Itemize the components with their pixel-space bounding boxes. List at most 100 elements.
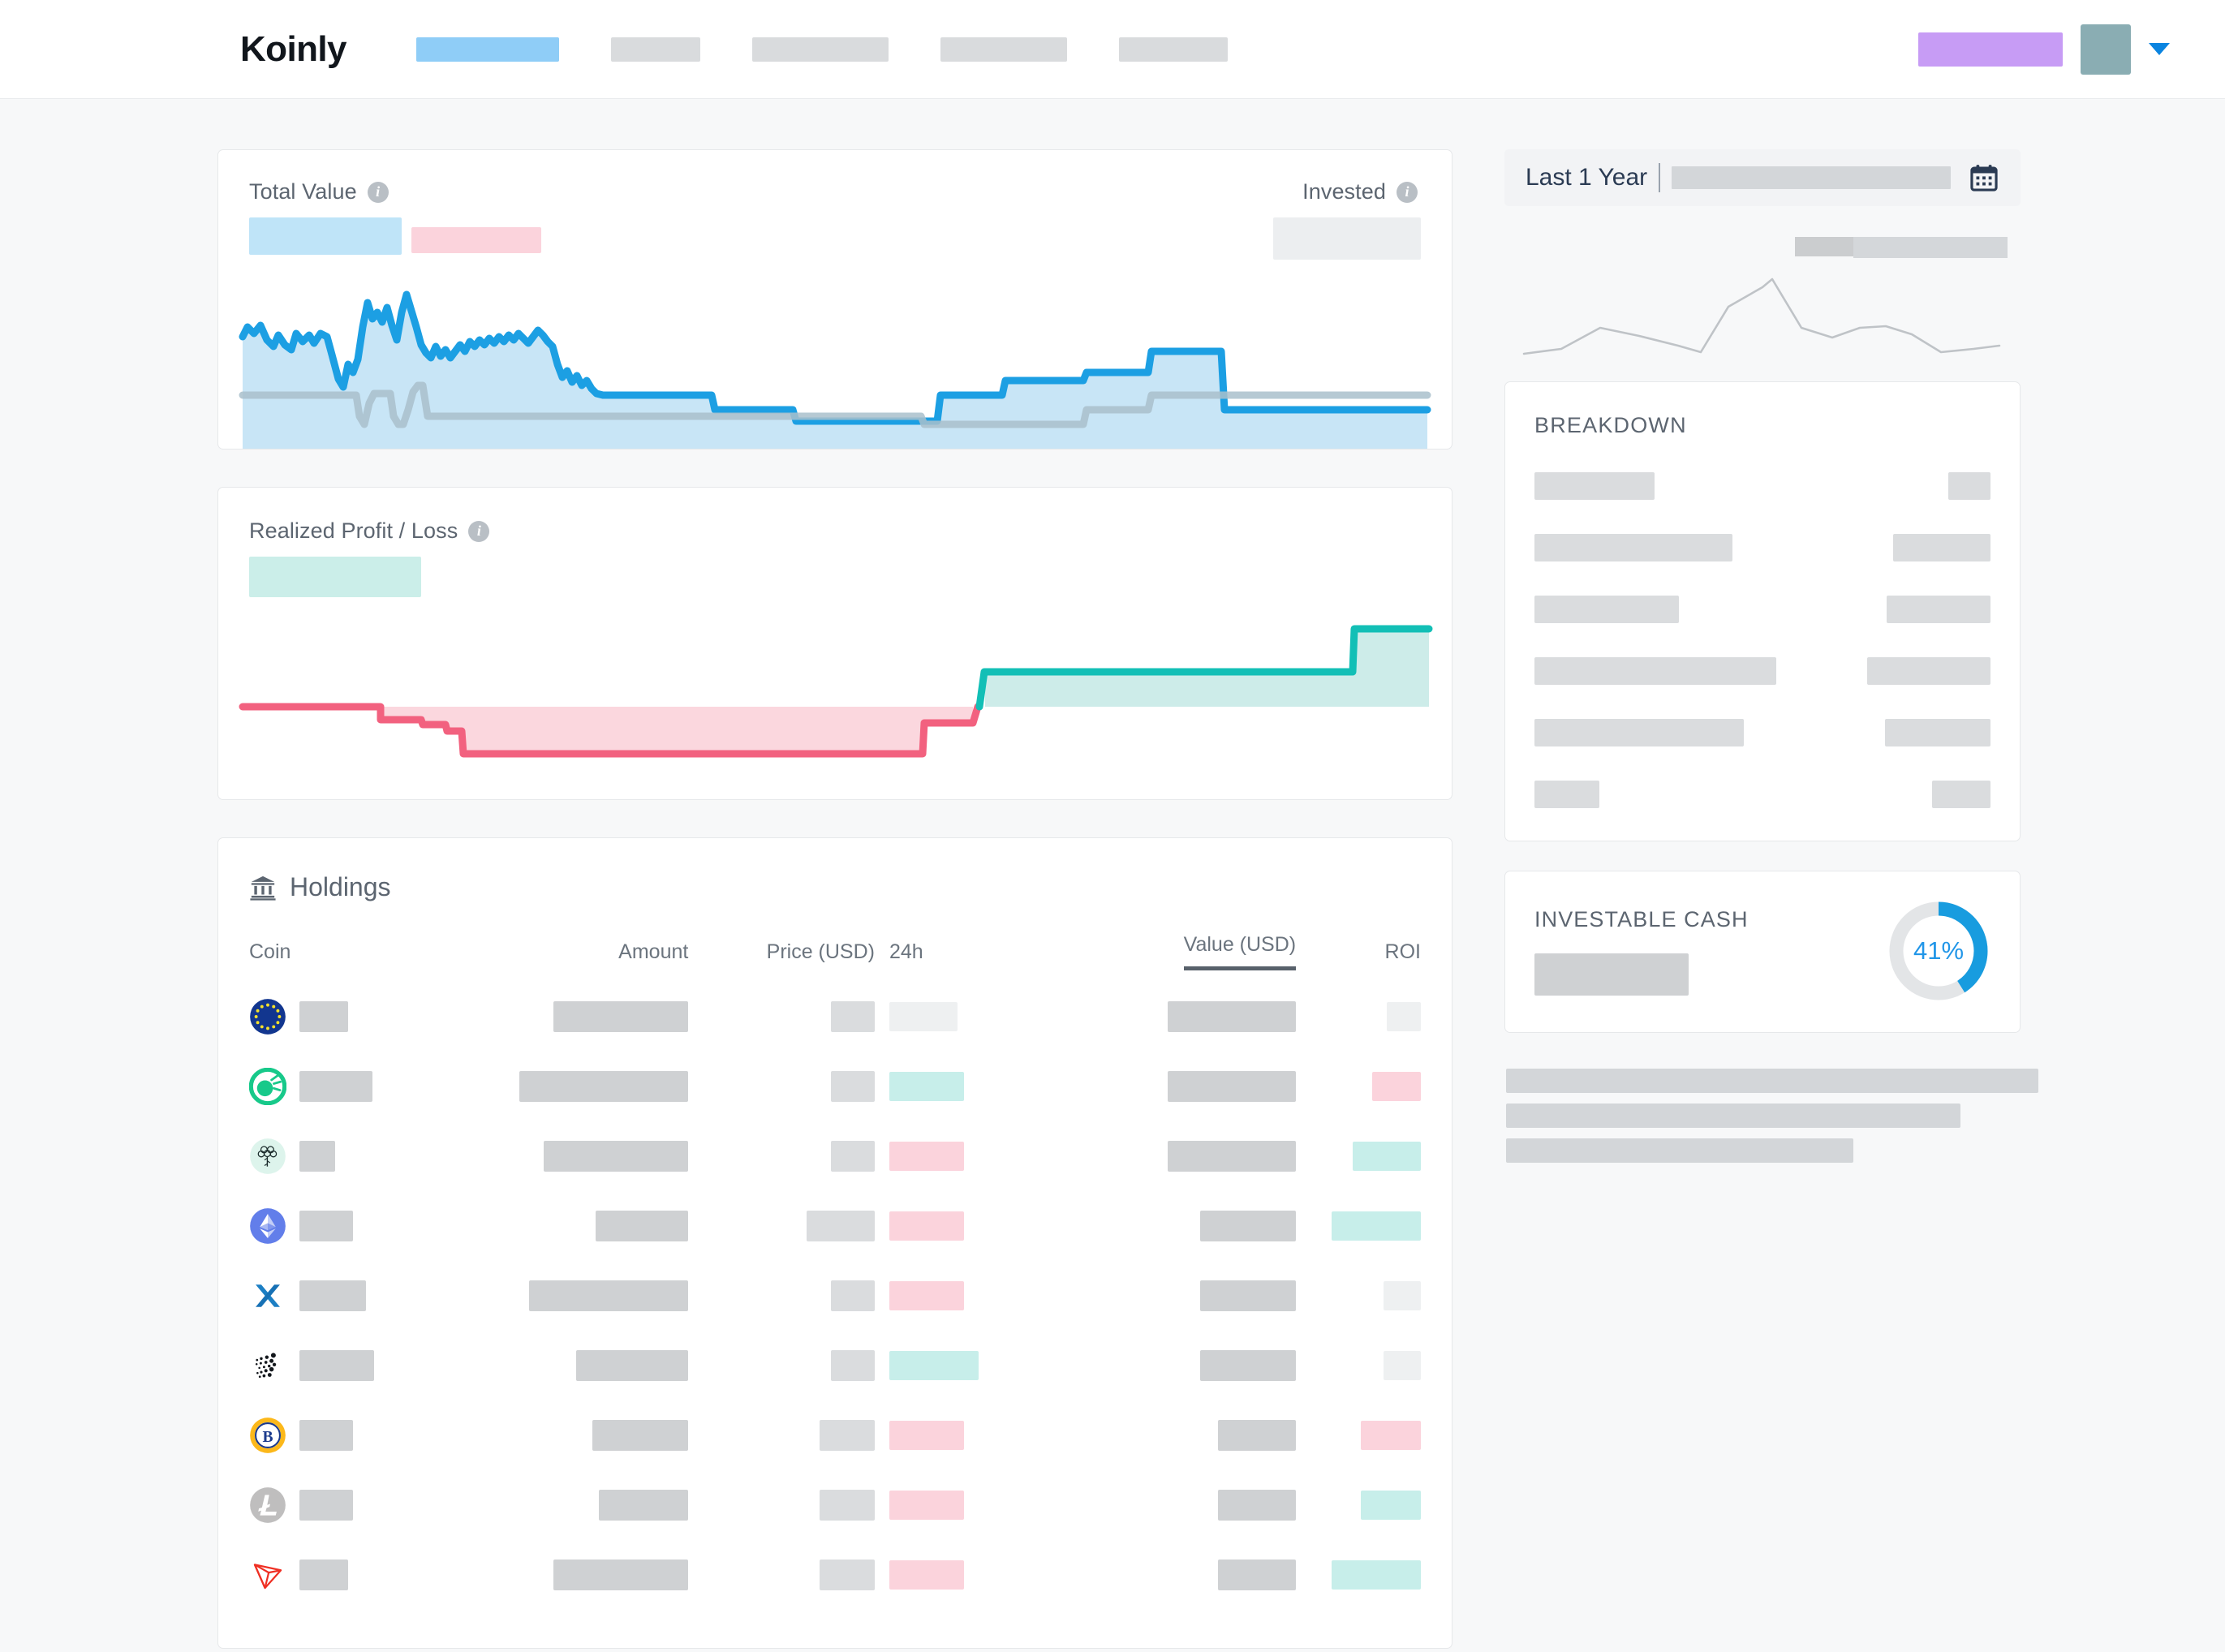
price-value bbox=[830, 1350, 875, 1381]
breakdown-label bbox=[1534, 719, 1744, 746]
column-header-value[interactable]: Value (USD) bbox=[1021, 925, 1297, 982]
breakdown-label bbox=[1534, 534, 1732, 561]
coin-name bbox=[299, 1071, 372, 1102]
info-icon[interactable]: i bbox=[1397, 181, 1418, 203]
table-row[interactable] bbox=[218, 982, 1452, 1052]
breakdown-row[interactable] bbox=[1534, 596, 1990, 623]
change-24h-chip bbox=[889, 1142, 964, 1171]
column-header-value-label: Value (USD) bbox=[1183, 933, 1297, 970]
roi-chip bbox=[1332, 1211, 1421, 1241]
total-value-chart[interactable] bbox=[218, 265, 1452, 449]
roi-chip bbox=[1353, 1142, 1421, 1171]
breakdown-row[interactable] bbox=[1534, 781, 1990, 808]
nav-item-dashboard[interactable] bbox=[415, 37, 559, 62]
sidebar-footer-text bbox=[1504, 1069, 2038, 1163]
change-24h-chip bbox=[889, 1002, 958, 1031]
holdings-title: Holdings bbox=[290, 872, 391, 901]
column-header-price[interactable]: Price (USD) bbox=[688, 925, 875, 982]
table-row[interactable] bbox=[218, 1121, 1452, 1191]
avatar[interactable] bbox=[2081, 24, 2131, 75]
user-plan-label bbox=[1918, 32, 2063, 67]
investable-cash-donut: 41% bbox=[1887, 899, 1990, 1003]
table-row[interactable] bbox=[218, 1261, 1452, 1331]
iota-icon bbox=[255, 1353, 277, 1379]
celo-icon bbox=[249, 1068, 286, 1105]
value-usd bbox=[1218, 1420, 1297, 1451]
investable-cash-amount bbox=[1534, 953, 1689, 996]
column-header-24h[interactable]: 24h bbox=[875, 925, 1021, 982]
amount-value bbox=[553, 1560, 689, 1590]
date-range-input[interactable] bbox=[1672, 166, 1951, 189]
invested-label: Invested bbox=[1302, 179, 1386, 204]
roi-chip bbox=[1361, 1491, 1421, 1520]
coin-name bbox=[299, 1420, 353, 1451]
value-usd bbox=[1200, 1280, 1297, 1311]
date-range-label: Last 1 Year bbox=[1526, 164, 1648, 191]
eur-icon bbox=[250, 999, 286, 1035]
sidebar-sparkline bbox=[1504, 216, 2021, 370]
table-row[interactable] bbox=[218, 1470, 1452, 1540]
table-row[interactable] bbox=[218, 1191, 1452, 1261]
sparkline-legend bbox=[1795, 237, 2008, 258]
breakdown-row[interactable] bbox=[1534, 657, 1990, 685]
change-24h-chip bbox=[889, 1211, 964, 1241]
info-icon[interactable]: i bbox=[468, 520, 490, 542]
breakdown-label bbox=[1534, 781, 1599, 808]
price-value bbox=[819, 1490, 875, 1521]
column-header-amount[interactable]: Amount bbox=[462, 925, 688, 982]
total-value-header: Total Value i bbox=[249, 179, 389, 204]
table-row[interactable] bbox=[218, 1052, 1452, 1121]
breakdown-row[interactable] bbox=[1534, 534, 1990, 561]
investable-cash-title: INVESTABLE CASH bbox=[1534, 906, 1749, 931]
nav-item-wallets[interactable] bbox=[610, 37, 700, 62]
change-24h-chip bbox=[889, 1351, 979, 1380]
investable-cash-card: INVESTABLE CASH 41% bbox=[1504, 871, 2021, 1033]
column-header-roi[interactable]: ROI bbox=[1296, 925, 1452, 982]
total-value-card: Total Value i Invested i bbox=[217, 149, 1452, 450]
table-row[interactable] bbox=[218, 1331, 1452, 1400]
sidebar-column: Last 1 Year BREAKDOWN INVESTABLE CASH 41… bbox=[1504, 149, 2038, 1649]
change-24h-chip bbox=[889, 1072, 964, 1101]
koinly-logo[interactable]: Koinly bbox=[240, 29, 346, 70]
calendar-icon[interactable] bbox=[1969, 162, 1999, 193]
table-row[interactable]: B bbox=[218, 1400, 1452, 1470]
realized-pl-header: Realized Profit / Loss i bbox=[249, 518, 1452, 544]
main-nav bbox=[415, 37, 1280, 62]
trx-icon bbox=[253, 1564, 282, 1590]
chevron-down-icon[interactable] bbox=[2149, 43, 2170, 55]
amount-value bbox=[519, 1071, 689, 1102]
change-24h-chip bbox=[889, 1560, 964, 1590]
breakdown-value bbox=[1867, 657, 1990, 685]
breakdown-row[interactable] bbox=[1534, 719, 1990, 746]
date-range-picker[interactable]: Last 1 Year bbox=[1504, 149, 2021, 206]
eth-icon bbox=[250, 1208, 286, 1244]
info-icon[interactable]: i bbox=[367, 181, 389, 203]
price-value bbox=[806, 1211, 875, 1241]
nav-item-settings[interactable] bbox=[1118, 37, 1228, 62]
nav-item-transactions[interactable] bbox=[751, 37, 889, 62]
total-value-label: Total Value bbox=[249, 179, 357, 204]
breakdown-row[interactable] bbox=[1534, 472, 1990, 500]
coin-name bbox=[299, 1560, 348, 1590]
table-row[interactable] bbox=[218, 1540, 1452, 1610]
value-usd bbox=[1218, 1560, 1297, 1590]
table-header-row: Coin Amount Price (USD) 24h Value (USD) … bbox=[218, 925, 1452, 982]
investable-cash-text: INVESTABLE CASH bbox=[1534, 907, 1749, 996]
nav-item-taxreports[interactable] bbox=[940, 37, 1067, 62]
breakdown-value bbox=[1887, 596, 1990, 623]
price-value bbox=[830, 1071, 875, 1102]
column-header-coin[interactable]: Coin bbox=[218, 925, 462, 982]
price-value bbox=[830, 1280, 875, 1311]
total-value-change bbox=[411, 227, 541, 253]
breakdown-card: BREAKDOWN bbox=[1504, 381, 2021, 841]
value-usd bbox=[1200, 1211, 1297, 1241]
roi-chip bbox=[1384, 1281, 1421, 1310]
user-menu[interactable] bbox=[1918, 24, 2170, 75]
roi-chip bbox=[1361, 1421, 1421, 1450]
coin-name bbox=[299, 1211, 353, 1241]
amount-value bbox=[596, 1211, 689, 1241]
breakdown-label bbox=[1534, 472, 1655, 500]
realized-pl-chart[interactable] bbox=[218, 595, 1452, 799]
amount-value bbox=[576, 1350, 689, 1381]
value-usd bbox=[1218, 1490, 1297, 1521]
